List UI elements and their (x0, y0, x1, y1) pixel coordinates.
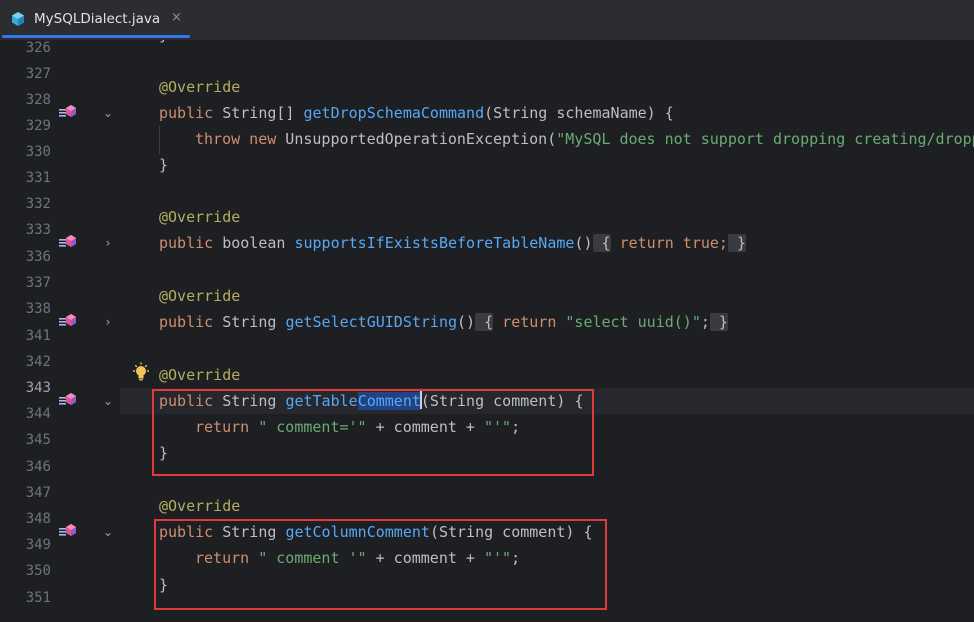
annotation: @Override (159, 366, 241, 384)
annotation: @Override (159, 497, 241, 515)
line-number: 326 (25, 40, 51, 56)
chevron-down-icon[interactable]: ⌄ (100, 100, 116, 126)
line-number: 351 (25, 590, 51, 606)
code-editor[interactable]: 326 327 328 329 330 331 332 333 336 337 … (0, 40, 974, 622)
line-number-current: 343 (25, 380, 51, 396)
editor-tab-bar: MySQLDialect.java × (0, 0, 974, 41)
method-name: getSelectGUIDString (285, 313, 458, 331)
line-number: 336 (25, 249, 51, 265)
line-number: 347 (25, 485, 51, 501)
line-number: 349 (25, 537, 51, 553)
java-class-icon (10, 11, 26, 27)
type: boolean (213, 234, 295, 252)
line-number: 346 (25, 459, 51, 475)
brace: { (664, 104, 674, 122)
chevron-down-icon[interactable]: ⌄ (100, 519, 116, 545)
line-number: 344 (25, 406, 51, 422)
code-line: public String[] getDropSchemaCommand(Str… (159, 100, 674, 126)
code-line: @Override (159, 74, 240, 100)
brace: } (159, 156, 169, 174)
line-number: 337 (25, 275, 51, 291)
keyword: public (159, 104, 214, 122)
chevron-down-icon[interactable]: ⌄ (100, 388, 116, 414)
keyword: public (159, 234, 214, 252)
line-number: 330 (25, 144, 51, 160)
class-name: UnsupportedOperationException( (276, 130, 557, 148)
line-number: 327 (25, 66, 51, 82)
folded-region-close[interactable]: } (727, 234, 747, 252)
string-literal: "MySQL does not support dropping creatin… (556, 130, 974, 148)
code-line: @Override (159, 362, 240, 388)
line-number: 328 (25, 92, 51, 108)
type: String (213, 313, 286, 331)
code-line: @Override (159, 283, 240, 309)
code-line: public boolean supportsIfExistsBeforeTab… (159, 230, 747, 256)
line-number: 338 (25, 301, 51, 317)
override-method-icon[interactable] (57, 388, 79, 414)
folded-region-close[interactable]: } (709, 313, 728, 331)
close-icon[interactable]: × (171, 10, 182, 25)
indent-guide (159, 126, 160, 154)
line-number: 342 (25, 354, 51, 370)
keyword: true; (673, 234, 728, 252)
lightbulb-icon[interactable] (132, 362, 150, 384)
code-line: } (159, 152, 168, 178)
tab-mysqldialect[interactable]: MySQLDialect.java × (0, 0, 192, 38)
override-method-icon[interactable] (57, 100, 79, 126)
override-method-icon[interactable] (57, 230, 79, 256)
params: () (574, 234, 593, 252)
line-number: 341 (25, 328, 51, 344)
params: () (457, 313, 476, 331)
line-number: 329 (25, 118, 51, 134)
annotation: @Override (159, 208, 241, 226)
override-method-icon[interactable] (57, 309, 79, 335)
line-number: 333 (25, 222, 51, 238)
chevron-right-icon[interactable]: › (100, 309, 116, 335)
code-line: } (159, 40, 168, 48)
annotation: @Override (159, 78, 241, 96)
code-line: throw new UnsupportedOperationException(… (195, 126, 974, 152)
folded-region-open[interactable]: { (592, 234, 611, 252)
params: (String schemaName) (484, 104, 665, 122)
code-line: @Override (159, 493, 240, 519)
line-number: 332 (25, 196, 51, 212)
override-method-icon[interactable] (57, 519, 79, 545)
semicolon: ; (700, 313, 710, 331)
folded-region-open[interactable]: { (475, 313, 494, 331)
tab-label: MySQLDialect.java (34, 11, 161, 27)
keyword: public (159, 313, 214, 331)
keyword: throw (195, 130, 241, 148)
code-line: public String getSelectGUIDString() { re… (159, 309, 728, 335)
line-number: 350 (25, 563, 51, 579)
method-name: supportsIfExistsBeforeTableName (294, 234, 575, 252)
annotation: @Override (159, 287, 241, 305)
active-tab-indicator (2, 35, 190, 38)
method-name: getDropSchemaCommand (303, 104, 485, 122)
string-literal: "select uuid()" (556, 313, 701, 331)
highlight-box-table-comment (152, 389, 594, 476)
line-number: 331 (25, 170, 51, 186)
highlight-box-column-comment (154, 519, 607, 610)
code-line: @Override (159, 204, 240, 230)
line-number: 348 (25, 511, 51, 527)
line-number: 345 (25, 432, 51, 448)
keyword: new (240, 130, 277, 148)
keyword: return (610, 234, 674, 252)
type: String[] (213, 104, 304, 122)
keyword: return (493, 313, 557, 331)
chevron-right-icon[interactable]: › (100, 230, 116, 256)
